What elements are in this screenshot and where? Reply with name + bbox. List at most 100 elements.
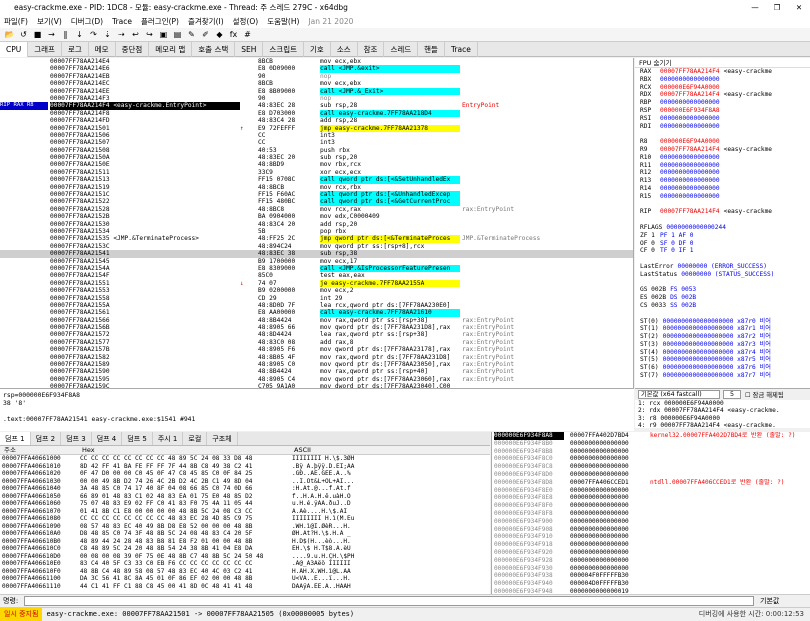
dump-row[interactable]: 00007FFA40661050 66 89 01 48 83 C1 02 48 … [0,493,490,501]
register-row[interactable]: CS 0033 SS 002B [635,302,810,310]
stack-row[interactable]: 000000E6F934F930 0000000000000000 [492,565,810,573]
comment-icon[interactable]: ✎ [186,30,197,39]
dump-row[interactable]: 00007FFA406610C0 C8 48 89 5C 24 20 48 8B … [0,545,490,553]
tab-12[interactable]: 스레드 [384,42,419,57]
disasm-row[interactable]: 00007FF78AA21553 B9 0200000 mov ecx,2 [0,287,633,294]
register-row[interactable] [635,310,810,318]
step-into-icon[interactable]: ↓ [74,30,85,39]
tab-11[interactable]: 참조 [358,42,385,57]
dump-row[interactable]: 00007FFA406610D0 00 08 00 08 39 0F 75 0E … [0,553,490,561]
disasm-row[interactable]: 00007FF78AA2151C FF15 F60AC call qword ptr… [0,191,633,199]
disasm-row[interactable]: 00007FF78AA21572 48:8D4424 lea rax,qword p… [0,331,633,338]
pause-icon[interactable]: ‖ [60,30,71,39]
dump-row[interactable]: 00007FFA40661070 01 41 8B C1 E8 00 00 00 … [0,508,490,516]
stack-view[interactable]: 000000E6F934F8A8 00007FFA402D7BD4 kernel32… [491,432,810,594]
disasm-row[interactable]: 00007FF78AA2150E 48:8BD9 mov rbx,rcx [0,161,633,168]
default-select[interactable]: 기본값 [754,596,810,606]
menu-item[interactable]: 즐겨찾기(I) [188,16,224,27]
register-row[interactable]: RCX 000000E6F94A0000 [635,84,810,92]
disasm-row[interactable]: 00007FF78AA21507 CC int3 [0,139,633,146]
register-row[interactable] [635,201,810,209]
disasm-row[interactable]: 00007FF78AA21528 48:8BC8 mov rcx,rax rax:En… [0,206,633,213]
disasm-row[interactable]: 00007FF78AA21522 FF15 480BC call qword ptr… [0,198,633,206]
label-icon[interactable]: ✐ [200,30,211,39]
disasm-row[interactable]: 00007FF78AA2155A 48:8D0D 7F lea rcx,qword … [0,302,633,309]
tab-10[interactable]: 소스 [331,42,358,57]
disasm-row[interactable]: 00007FF78AA214FD 48:83C4 28 add rsp,28 [0,117,633,124]
dump-tab-7[interactable]: 구조체 [207,432,238,445]
register-row[interactable]: R15 0000000000000000 [635,193,810,201]
arg-count-spinner[interactable]: 5 [723,390,741,399]
disasm-row[interactable]: 00007FF78AA214E6 E8 0D09000 call <JMP.&exi… [0,65,633,73]
tab-3[interactable]: 메모 [89,42,116,57]
maximize-button[interactable]: ❐ [766,3,788,12]
menu-item[interactable]: Trace [112,17,132,26]
stack-row[interactable]: 000000E6F934F918 0000000000000000 [492,541,810,549]
disasm-row[interactable]: 00007FF78AA21513 FF15 0708C call qword ptr… [0,176,633,184]
disasm-row[interactable]: 00007FF78AA21589 48:8905 C0 mov qword ptr … [0,361,633,368]
stack-row[interactable]: 000000E6F934F8D8 00007FFA406CCED1 ntdll.00… [492,479,810,487]
register-row[interactable]: RFLAGS 0000000000000244 [635,224,810,232]
register-row[interactable]: R11 0000000000000000 [635,162,810,170]
menu-item[interactable]: 디버그(D) [71,16,103,27]
dump-row[interactable]: 00007FFA406610B0 48 89 44 24 28 48 83 B8 … [0,538,490,546]
register-row[interactable]: R10 0000000000000000 [635,154,810,162]
register-row[interactable]: GS 002B FS 0053 [635,286,810,294]
dump-row[interactable]: 00007FFA406610E0 83 C4 40 5F C3 33 C0 EB … [0,560,490,568]
register-row[interactable]: ES 002B DS 002B [635,294,810,302]
disasm-row[interactable]: 00007FF78AA21545 B9 1700000 mov ecx,17 [0,258,633,265]
disasm-row[interactable]: 00007FF78AA21501 ↑ E9 72FEFFF jmp easy-crac… [0,124,633,132]
tab-13[interactable]: 핸들 [418,42,445,57]
trace-over-icon[interactable]: ⇢ [116,30,127,39]
dump-tab-6[interactable]: 로컬 [183,432,208,445]
menu-item[interactable]: 도움말(H) [267,16,299,27]
dump-row[interactable]: 00007FFA40661040 3A 48 85 C0 74 17 40 8F … [0,485,490,493]
register-row[interactable]: ST(2) 0000000000000000000 x87r2 비어 [635,333,810,341]
register-row[interactable]: R8 000000E6F94A0000 [635,138,810,146]
bookmark-icon[interactable]: ◆ [214,30,225,39]
function-icon[interactable]: fx [228,30,239,39]
dump-row[interactable]: 00007FFA40661110 44 C1 41 FF C1 88 C8 45 … [0,583,490,591]
register-row[interactable] [635,216,810,224]
tab-5[interactable]: 메모리 맵 [149,42,193,57]
tab-4[interactable]: 중단점 [116,42,150,57]
register-row[interactable]: R13 0000000000000000 [635,177,810,185]
stack-row[interactable]: 000000E6F934F8D0 0000000000000000 [492,471,810,479]
dump-tab-5[interactable]: 주시 1 [153,432,184,445]
disasm-row[interactable]: 00007FF78AA214F8 E8 D703000 call easy-crac… [0,109,633,118]
dump-row[interactable]: 00007FFA40661010 8D 42 FF 41 BA FE FF FF … [0,463,490,471]
register-row[interactable] [635,130,810,138]
stack-row[interactable]: 000000E6F934F8F8 0000000000000000 [492,510,810,518]
register-row[interactable]: ST(7) 0000000000000000000 x87r7 비어 [635,372,810,380]
stack-row[interactable]: 000000E6F934F928 0000000000000000 [492,557,810,565]
lock-checkbox[interactable]: ☐ 잠금 해제됨 [745,390,784,399]
register-row[interactable] [635,279,810,287]
register-row[interactable] [635,255,810,263]
close-icon[interactable]: ■ [32,30,43,39]
dump-row[interactable]: 00007FFA40661000 CC CC CC CC CC CC CC CC … [0,455,490,463]
step-over-icon[interactable]: ↷ [88,30,99,39]
register-row[interactable]: RBX 0000000000000000 [635,76,810,84]
stack-row[interactable]: 000000E6F934F8C0 0000000000000000 [492,455,810,463]
menu-item[interactable]: 설정(O) [233,16,259,27]
stack-row[interactable]: 000000E6F934F8F0 0000000000000000 [492,502,810,510]
stack-row[interactable]: 000000E6F934F938 000004F0FFFFFB30 [492,572,810,580]
register-row[interactable]: RSI 0000000000000000 [635,115,810,123]
stack-row[interactable]: 000000E6F934F8B8 0000000000000000 [492,448,810,456]
dump-row[interactable]: 00007FFA40661030 00 00 49 8B D2 74 26 4C … [0,478,490,486]
stack-row[interactable]: 000000E6F934F900 0000000000000000 [492,518,810,526]
trace-into-icon[interactable]: ⇣ [102,30,113,39]
register-row[interactable]: RSP 000000E6F934F8A8 [635,107,810,115]
disasm-row[interactable]: 00007FF78AA21595 48:8905 C4 mov qword ptr … [0,376,633,383]
register-row[interactable]: RIP 00007FF78AA214F4 <easy-crackme [635,208,810,216]
stack-row[interactable]: 000000E6F934F8E8 0000000000000000 [492,494,810,502]
hash-icon[interactable]: # [242,30,253,39]
dump-tab-3[interactable]: 덤프 4 [92,432,123,445]
run-to-user-icon[interactable]: ↪ [144,30,155,39]
dump-tab-1[interactable]: 덤프 2 [31,432,62,445]
run-to-return-icon[interactable]: ↩ [130,30,141,39]
disasm-row[interactable]: 00007FF78AA21566 48:8B4424 mov rax,qword p… [0,317,633,324]
tab-9[interactable]: 기호 [304,42,331,57]
dump-tab-2[interactable]: 덤프 3 [61,432,92,445]
dump-row[interactable]: 00007FFA406610A0 D8 48 85 C0 74 3F 48 8B … [0,530,490,538]
